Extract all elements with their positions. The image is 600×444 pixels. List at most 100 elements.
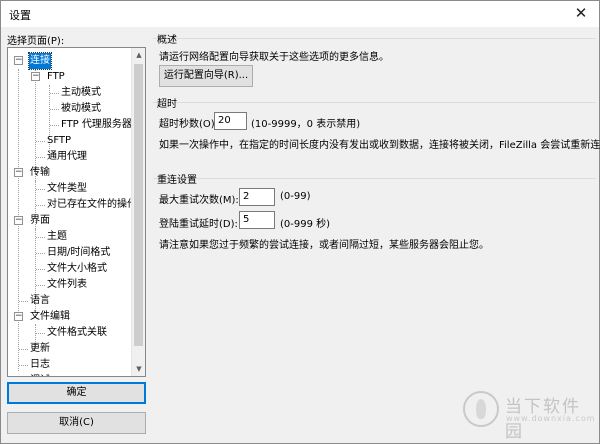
tree-item-label: 对已存在文件的操作 bbox=[47, 199, 137, 210]
tree-item[interactable]: − 传输 bbox=[8, 165, 132, 181]
tree-item[interactable]: 对已存在文件的操作 bbox=[8, 197, 137, 213]
tree-connector bbox=[50, 125, 59, 126]
page-tree[interactable]: − 连接 − FTP 主动模式 被动模式 FTP 代理服务器 SFTP 通用代理 − 传输 文件类型对… bbox=[7, 47, 146, 377]
tree-item[interactable]: − 连接 bbox=[8, 52, 132, 70]
tree-item[interactable]: FTP 代理服务器 bbox=[8, 117, 132, 133]
tree-item[interactable]: 文件类型 bbox=[8, 181, 132, 197]
tree-item[interactable]: − 文件编辑 bbox=[8, 309, 132, 325]
collapse-toggle-icon[interactable]: − bbox=[14, 168, 23, 177]
tree-item-label: 文件编辑 bbox=[30, 311, 70, 322]
reconnect-group: 重连设置 最大重试次数(M): 2 (0-99) 登陆重试延时(D): 5 (0… bbox=[153, 171, 596, 251]
tree-item-label: 传输 bbox=[30, 167, 50, 178]
tree-item[interactable]: 调试 bbox=[8, 373, 132, 376]
tree-item-label: 更新 bbox=[30, 343, 50, 354]
timeout-label: 超时秒数(O): bbox=[159, 119, 219, 130]
timeout-hint: (10-9999，0 表示禁用) bbox=[251, 119, 361, 130]
tree-connector bbox=[36, 285, 45, 286]
tree-item[interactable]: − 界面 bbox=[8, 213, 132, 229]
tree-item-label: 界面 bbox=[30, 215, 50, 226]
tree-connector bbox=[36, 237, 45, 238]
tree-item[interactable]: 语言 bbox=[8, 293, 132, 309]
tree-connector bbox=[19, 365, 28, 366]
tree-connector bbox=[36, 141, 45, 142]
tree-item-label: 被动模式 bbox=[61, 103, 101, 114]
group-divider bbox=[153, 178, 596, 179]
watermark-en: www.downxia.com bbox=[506, 414, 596, 423]
timeout-description: 如果一次操作中，在指定的时间长度内没有发出或收到数据，连接将被关闭，FileZi… bbox=[159, 140, 600, 151]
cancel-button[interactable]: 取消(C) bbox=[7, 412, 146, 434]
tree-item[interactable]: 主题 bbox=[8, 229, 132, 245]
tree-item-label: FTP bbox=[47, 71, 65, 82]
max-retries-label: 最大重试次数(M): bbox=[159, 195, 239, 206]
timeout-seconds-input[interactable]: 20 bbox=[214, 112, 247, 130]
tree-item[interactable]: 日期/时间格式 bbox=[8, 245, 132, 261]
tree-connector bbox=[19, 301, 28, 302]
timeout-group: 超时 超时秒数(O): 20 (10-9999，0 表示禁用) 如果一次操作中，… bbox=[153, 95, 600, 165]
tree-item-label: 通用代理 bbox=[47, 151, 87, 162]
reconnect-note: 请注意如果您过于频繁的尝试连接，或者间隔过短，某些服务器会阻止您。 bbox=[159, 240, 489, 251]
tree-connector bbox=[50, 93, 59, 94]
tree-item-label: 文件格式关联 bbox=[47, 327, 107, 338]
overview-group: 概述 请运行网络配置向导获取关于这些选项的更多信息。 运行配置向导(R)... bbox=[153, 31, 596, 89]
collapse-toggle-icon[interactable]: − bbox=[31, 72, 40, 81]
group-divider bbox=[153, 102, 596, 103]
tree-item-label: SFTP bbox=[47, 135, 72, 146]
tree-item-label: 文件列表 bbox=[47, 279, 87, 290]
tree-item-label: FTP 代理服务器 bbox=[61, 119, 132, 130]
tree-connector bbox=[36, 189, 45, 190]
settings-window: 设置 ✕ 选择页面(P): − 连接 − FTP 主动模式 被动模式 FTP 代理服务器 SF… bbox=[0, 0, 600, 444]
close-icon[interactable]: ✕ bbox=[563, 1, 599, 27]
reconnect-title: 重连设置 bbox=[157, 175, 197, 186]
overview-text: 请运行网络配置向导获取关于这些选项的更多信息。 bbox=[159, 52, 389, 63]
window-title: 设置 bbox=[9, 9, 31, 22]
tree-connector bbox=[36, 205, 45, 206]
tree-item-label: 连接 bbox=[28, 52, 52, 70]
timeout-title: 超时 bbox=[157, 99, 177, 110]
tree-item[interactable]: SFTP bbox=[8, 133, 132, 149]
tree-item[interactable]: 文件大小格式 bbox=[8, 261, 132, 277]
watermark: 当下软件园 www.downxia.com bbox=[463, 389, 596, 442]
tree-item[interactable]: 主动模式 bbox=[8, 85, 132, 101]
tree-connector bbox=[36, 269, 45, 270]
scroll-up-icon[interactable]: ▲ bbox=[132, 48, 145, 62]
tree-item-label: 主动模式 bbox=[61, 87, 101, 98]
tree-item[interactable]: 文件格式关联 bbox=[8, 325, 132, 341]
run-wizard-button[interactable]: 运行配置向导(R)... bbox=[159, 65, 253, 87]
tree-item-label: 语言 bbox=[30, 295, 50, 306]
max-retries-hint: (0-99) bbox=[280, 191, 311, 202]
leaf-logo-icon bbox=[463, 391, 499, 427]
group-divider bbox=[153, 38, 596, 39]
tree-item-label: 主题 bbox=[47, 231, 67, 242]
tree-item[interactable]: 更新 bbox=[8, 341, 132, 357]
tree-item-label: 文件大小格式 bbox=[47, 263, 107, 274]
title-bar: 设置 ✕ bbox=[1, 1, 599, 27]
retry-delay-label: 登陆重试延时(D): bbox=[159, 219, 238, 230]
tree-item-label: 文件类型 bbox=[47, 183, 87, 194]
ok-button[interactable]: 确定 bbox=[7, 382, 146, 404]
max-retries-input[interactable]: 2 bbox=[239, 188, 275, 206]
page-select-label: 选择页面(P): bbox=[7, 36, 65, 47]
collapse-toggle-icon[interactable]: − bbox=[14, 56, 23, 65]
tree-connector bbox=[36, 157, 45, 158]
tree-connector bbox=[19, 349, 28, 350]
tree-item-label: 日期/时间格式 bbox=[47, 247, 111, 258]
tree-item-label: 日志 bbox=[30, 359, 50, 370]
tree-scrollbar[interactable]: ▲ ▼ bbox=[131, 48, 145, 376]
tree-connector bbox=[36, 333, 45, 334]
tree-content: − 连接 − FTP 主动模式 被动模式 FTP 代理服务器 SFTP 通用代理 − 传输 文件类型对… bbox=[8, 48, 137, 376]
tree-item[interactable]: − FTP bbox=[8, 69, 132, 85]
tree-connector bbox=[50, 109, 59, 110]
tree-connector bbox=[36, 253, 45, 254]
scroll-down-icon[interactable]: ▼ bbox=[132, 362, 145, 376]
tree-item[interactable]: 被动模式 bbox=[8, 101, 132, 117]
scroll-thumb[interactable] bbox=[134, 64, 143, 346]
tree-item[interactable]: 日志 bbox=[8, 357, 132, 373]
overview-title: 概述 bbox=[157, 35, 177, 46]
collapse-toggle-icon[interactable]: − bbox=[14, 216, 23, 225]
tree-item-label: 调试 bbox=[29, 373, 51, 376]
retry-delay-input[interactable]: 5 bbox=[239, 211, 275, 229]
tree-item[interactable]: 通用代理 bbox=[8, 149, 132, 165]
collapse-toggle-icon[interactable]: − bbox=[14, 312, 23, 321]
tree-item[interactable]: 文件列表 bbox=[8, 277, 132, 293]
retry-delay-hint: (0-999 秒) bbox=[280, 219, 331, 230]
